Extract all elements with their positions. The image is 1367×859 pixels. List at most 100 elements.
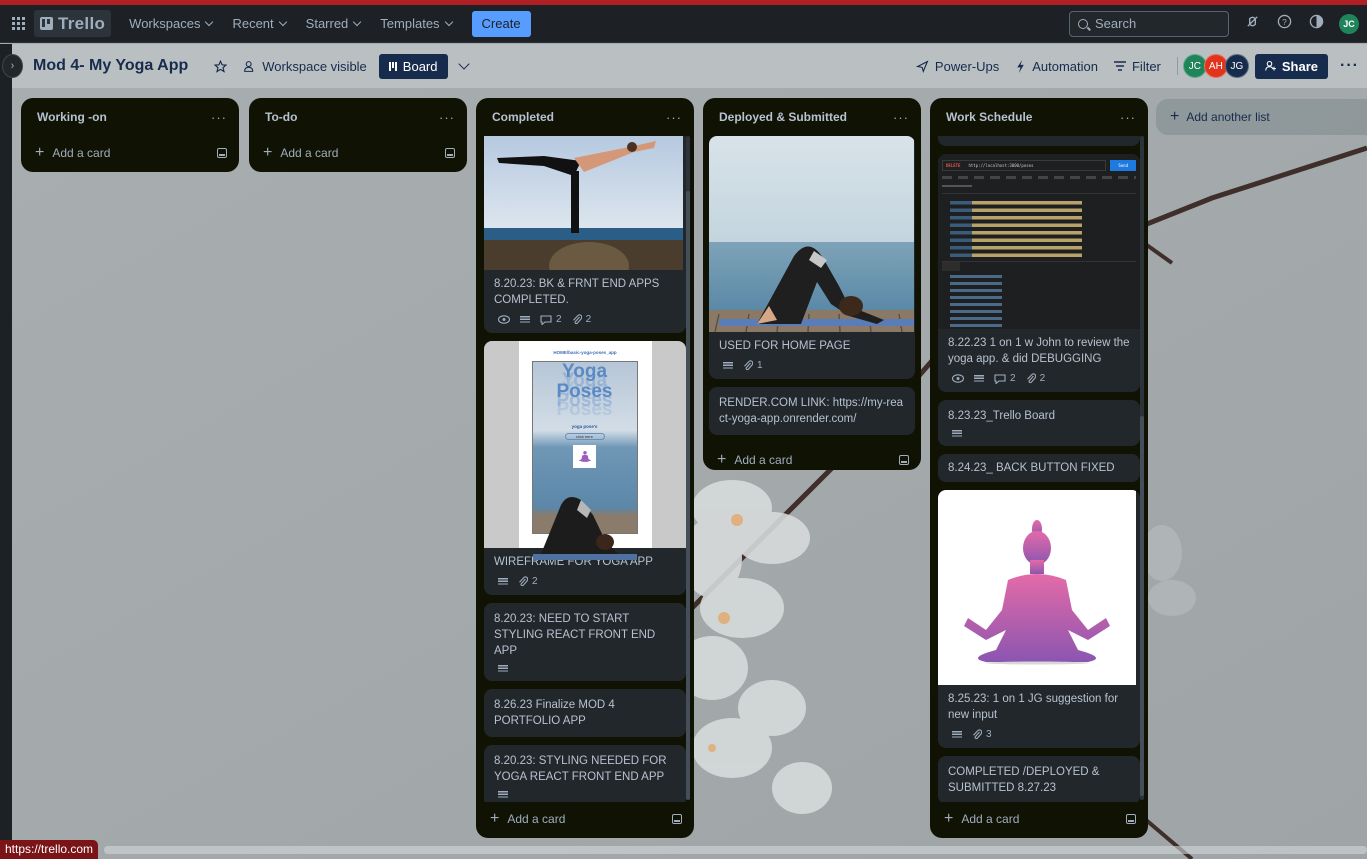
add-card-button[interactable]: + Add a card [930, 802, 1148, 836]
workspace-sidebar-collapsed [0, 44, 12, 859]
list-menu-icon[interactable]: ··· [1120, 110, 1136, 125]
member-avatar[interactable]: JG [1224, 54, 1249, 78]
add-card-button[interactable]: + Add a card [249, 136, 467, 170]
card-template-icon[interactable] [672, 814, 682, 824]
plus-icon: + [35, 144, 45, 161]
star-board-button[interactable] [206, 52, 235, 80]
comment-icon [994, 373, 1006, 384]
divider [1176, 57, 1178, 75]
list-menu-icon[interactable]: ··· [893, 110, 909, 125]
people-icon [244, 60, 254, 72]
card-list: 8.20.23: BK & FRNT END APPS COMPLETED. 2… [476, 136, 694, 802]
add-card-button[interactable]: + Add a card [703, 443, 921, 477]
notifications-icon[interactable] [1243, 14, 1261, 33]
card[interactable]: DELETE http://localhost:3000/poses Send … [938, 154, 1140, 392]
power-ups-button[interactable]: Power-Ups [908, 52, 1007, 80]
filter-label: Filter [1131, 58, 1161, 74]
board-menu-button[interactable]: ··· [1340, 57, 1359, 75]
add-another-list-button[interactable]: + Add another list [1156, 99, 1367, 135]
card-title: 8.22.23 1 on 1 w John to review the yoga… [948, 337, 1130, 365]
board-view-icon [388, 61, 397, 71]
svg-text:?: ? [1282, 17, 1287, 27]
card[interactable]: RENDER.COM LINK: https://my-react-yoga-a… [709, 387, 915, 435]
search-input[interactable] [1095, 16, 1215, 31]
card-template-icon[interactable] [899, 455, 909, 465]
list-menu-icon[interactable]: ··· [211, 110, 227, 125]
paperclip-icon [1026, 373, 1036, 384]
attachments-badge: 2 [518, 576, 538, 587]
trello-logo[interactable]: Trello [34, 10, 112, 37]
card-template-icon[interactable] [217, 148, 227, 158]
description-icon [952, 730, 962, 739]
power-ups-label: Power-Ups [934, 58, 1000, 74]
card[interactable]: 8.20.23: BK & FRNT END APPS COMPLETED. 2… [484, 136, 686, 333]
card[interactable]: 8.20.23: NEED TO START STYLING REACT FRO… [484, 603, 686, 681]
expand-sidebar-button[interactable]: › [2, 54, 23, 78]
card-cover-meditation-silhouette [938, 490, 1136, 685]
lightning-icon [1017, 59, 1024, 73]
wireframe-heading: Yoga Poses [556, 361, 613, 402]
filter-button[interactable]: Filter [1106, 52, 1169, 80]
list-scrollbar[interactable] [1140, 136, 1144, 800]
user-avatar[interactable]: JC [1339, 13, 1359, 34]
card[interactable]: HOME/basic-yoga-poses_app Yoga Poses yog… [484, 341, 686, 595]
card[interactable]: 8.23.23_Trello Board [938, 400, 1140, 446]
http-method: DELETE [946, 163, 961, 168]
add-card-button[interactable]: + Add a card [476, 802, 694, 836]
app-switcher-icon[interactable] [8, 14, 28, 34]
list-title[interactable]: Working -on [37, 110, 107, 124]
automation-button[interactable]: Automation [1007, 52, 1106, 80]
card-title: 8.20.23: NEED TO START STYLING REACT FRO… [494, 613, 656, 657]
list-title[interactable]: Deployed & Submitted [719, 110, 847, 124]
automation-label: Automation [1032, 58, 1098, 74]
starred-menu[interactable]: Starred [296, 8, 371, 40]
card-cover-postman-screenshot: DELETE http://localhost:3000/poses Send [938, 154, 1140, 329]
visibility-button[interactable]: Workspace visible [235, 52, 375, 80]
help-icon[interactable]: ? [1275, 14, 1293, 33]
card[interactable]: 8.25.23: 1 on 1 JG suggestion for new in… [938, 490, 1140, 748]
list-menu-icon[interactable]: ··· [439, 110, 455, 125]
description-icon [974, 374, 984, 383]
board-view-button[interactable]: Board [378, 53, 448, 79]
templates-menu[interactable]: Templates [370, 8, 461, 40]
plus-icon: + [1170, 108, 1180, 125]
plus-icon: + [263, 144, 273, 161]
card[interactable]: 8.24.23_ BACK BUTTON FIXED [938, 454, 1140, 482]
card[interactable]: 8.20.23: STYLING NEEDED FOR YOGA REACT F… [484, 745, 686, 802]
theme-toggle-icon[interactable] [1307, 14, 1325, 33]
templates-label: Templates [380, 16, 440, 31]
board-horizontal-scrollbar[interactable] [104, 846, 1367, 854]
visibility-label: Workspace visible [262, 58, 367, 74]
top-navigation: Trello Workspaces Recent Starred Templat… [0, 5, 1367, 43]
list-scrollbar[interactable] [686, 136, 690, 800]
list-title[interactable]: Work Schedule [946, 110, 1032, 124]
workspaces-menu[interactable]: Workspaces [119, 8, 222, 40]
card[interactable]: COMPLETED /DEPLOYED & SUBMITTED 8.27.23 [938, 756, 1140, 802]
list-menu-icon[interactable]: ··· [666, 110, 682, 125]
list-title[interactable]: To-do [265, 110, 297, 124]
card-title: 8.24.23_ BACK BUTTON FIXED [948, 462, 1115, 474]
create-button[interactable]: Create [471, 10, 531, 37]
share-button[interactable]: Share [1254, 53, 1329, 79]
card[interactable]: 8.26.23 Finalize MOD 4 PORTFOLIO APP [484, 689, 686, 737]
card-template-icon[interactable] [1126, 814, 1136, 824]
add-card-button[interactable]: + Add a card [21, 136, 239, 170]
add-card-label: Add a card [507, 812, 566, 826]
board-view-label: Board [402, 58, 438, 74]
description-icon [498, 791, 508, 799]
plus-icon: + [944, 810, 954, 827]
list-work-schedule: Work Schedule ··· DELETE http://localhost… [930, 98, 1148, 838]
card-partially-hidden[interactable] [938, 136, 1140, 146]
card[interactable]: USED FOR HOME PAGE 1 [709, 136, 915, 379]
card-title: 8.23.23_Trello Board [948, 410, 1055, 422]
view-switcher-chevron-icon[interactable] [457, 57, 470, 70]
chevron-down-icon [353, 17, 362, 26]
add-list-label: Add another list [1186, 110, 1270, 124]
search-box[interactable] [1069, 10, 1229, 37]
card-template-icon[interactable] [445, 148, 455, 158]
card-title: 8.25.23: 1 on 1 JG suggestion for new in… [948, 693, 1119, 721]
comment-count: 2 [1010, 373, 1016, 384]
recent-menu[interactable]: Recent [222, 8, 295, 40]
board-title[interactable]: Mod 4- My Yoga App [33, 57, 188, 75]
list-title[interactable]: Completed [492, 110, 554, 124]
